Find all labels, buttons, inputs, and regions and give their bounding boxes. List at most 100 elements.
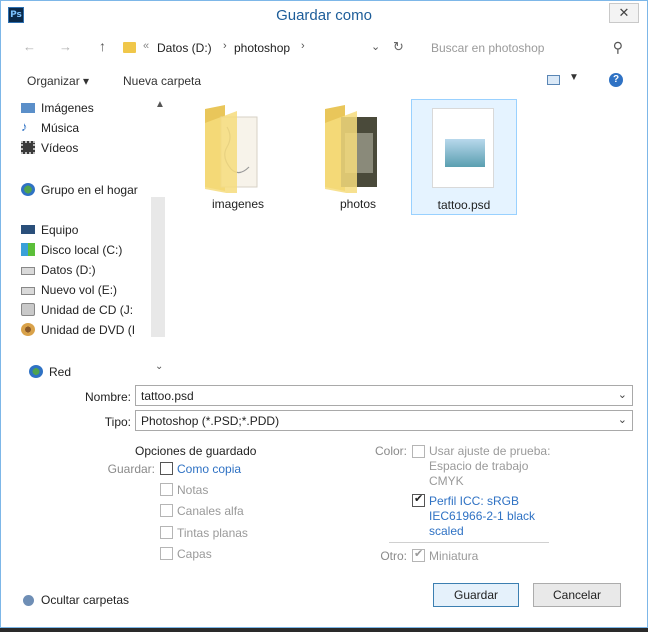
collapse-down-icon[interactable]: ⌄: [155, 361, 163, 372]
nav-item-videos[interactable]: Vídeos: [21, 139, 167, 157]
dialog-footer: Ocultar carpetas Guardar Cancelar: [1, 579, 647, 619]
nav-item-cd-drive[interactable]: Unidad de CD (J:: [21, 301, 167, 319]
breadcrumb-separator-icon[interactable]: ›: [223, 40, 227, 52]
save-button[interactable]: Guardar: [433, 583, 519, 607]
toolbar: Organizar ▾ Nueva carpeta ▼ ?: [1, 69, 647, 93]
icc-profile-label: Perfil ICC: sRGB: [429, 494, 520, 508]
nav-item-label: Vídeos: [41, 141, 79, 155]
chevron-left-icon[interactable]: «: [143, 40, 149, 52]
view-dropdown-icon[interactable]: ▼: [569, 72, 579, 83]
folder-icon: [325, 105, 377, 193]
proof-setup-label: Usar ajuste de prueba:: [429, 444, 551, 458]
nav-item-drive-e[interactable]: Nuevo vol (E:): [21, 281, 167, 299]
save-as-dialog: Ps Guardar como ✕ ← → ↑ « Datos (D:) › p…: [0, 0, 648, 628]
search-input[interactable]: Buscar en photoshop: [431, 41, 544, 55]
nav-item-label: Música: [41, 121, 80, 135]
refresh-icon[interactable]: ↻: [393, 39, 404, 55]
file-type-value: Photoshop (*.PSD;*.PDD): [141, 414, 280, 428]
layers-label: Capas: [177, 547, 212, 561]
nav-item-label: Imágenes: [41, 101, 94, 115]
file-type-select[interactable]: Photoshop (*.PSD;*.PDD) ⌄: [135, 410, 633, 431]
as-copy-checkbox[interactable]: [160, 462, 173, 475]
navigation-scrollbar[interactable]: [151, 197, 165, 337]
breadcrumb-photoshop[interactable]: photoshop: [234, 41, 290, 55]
nav-item-dvd-drive[interactable]: Unidad de DVD (I: [21, 321, 167, 339]
hide-folders-toggle[interactable]: Ocultar carpetas: [41, 593, 129, 607]
address-dropdown-icon[interactable]: ⌄: [371, 40, 380, 53]
folder-item-imagenes[interactable]: imagenes: [185, 99, 291, 215]
notes-checkbox[interactable]: [160, 483, 173, 496]
nav-item-label: Equipo: [41, 223, 79, 237]
save-options: Opciones de guardado Guardar: Como copia…: [1, 441, 647, 571]
folder-item-photos[interactable]: photos: [305, 99, 411, 215]
icc-profile-label-line2: IEC61966-2-1 black: [429, 509, 536, 523]
layers-checkbox[interactable]: [160, 547, 173, 560]
taskbar-strip: [0, 628, 648, 632]
disk-icon: [21, 267, 35, 275]
organize-menu[interactable]: Organizar ▾: [27, 74, 89, 88]
proof-setup-checkbox[interactable]: [412, 445, 425, 458]
alpha-channels-checkbox[interactable]: [160, 504, 173, 517]
as-copy-label: Como copia: [177, 462, 242, 476]
notes-label: Notas: [177, 483, 209, 497]
nav-item-red[interactable]: Red: [29, 363, 175, 381]
nav-item-equipo[interactable]: Equipo: [21, 221, 167, 239]
proof-setup-label-line2: Espacio de trabajo: [429, 459, 529, 473]
back-arrow-icon[interactable]: ←: [23, 39, 36, 54]
proof-setup-label-line3: CMYK: [429, 474, 464, 488]
forward-arrow-icon[interactable]: →: [59, 39, 72, 54]
check-icon: ✔: [414, 548, 424, 560]
navigation-bar: ← → ↑ « Datos (D:) › photoshop › ⌄ ↻ Bus…: [1, 35, 647, 61]
nav-item-label: Unidad de CD (J:: [41, 303, 134, 317]
disk-icon: [21, 287, 35, 295]
file-list: imagenes photos tattoo.psd: [181, 99, 641, 339]
hide-folders-icon[interactable]: [23, 595, 34, 606]
search-box[interactable]: Buscar en photoshop ⚲: [421, 37, 633, 59]
breadcrumb-separator-icon[interactable]: ›: [301, 40, 305, 52]
breadcrumb-datos[interactable]: Datos (D:): [157, 41, 212, 55]
chevron-down-icon[interactable]: ⌄: [618, 413, 627, 426]
thumbnail-checkbox[interactable]: ✔: [412, 548, 425, 562]
nav-item-imagenes[interactable]: Imágenes: [21, 99, 167, 117]
dvd-icon: [21, 323, 35, 336]
close-button[interactable]: ✕: [609, 3, 639, 23]
filename-value: tattoo.psd: [141, 389, 194, 403]
new-folder-button[interactable]: Nueva carpeta: [123, 74, 201, 88]
search-icon[interactable]: ⚲: [613, 39, 623, 56]
alpha-channels-label: Canales alfa: [177, 504, 244, 518]
folder-icon: [205, 105, 258, 193]
nav-item-drive-c[interactable]: Disco local (C:): [21, 241, 167, 259]
homegroup-icon: [21, 183, 35, 196]
file-label: photos: [339, 197, 377, 211]
up-arrow-icon[interactable]: ↑: [99, 38, 106, 54]
filename-input[interactable]: tattoo.psd ⌄: [135, 385, 633, 406]
dialog-title: Guardar como: [276, 7, 372, 24]
file-label: imagenes: [211, 197, 265, 211]
thumbnail-label: Miniatura: [429, 549, 479, 563]
other-label: Otro:: [380, 549, 407, 563]
file-label: tattoo.psd: [437, 198, 491, 212]
file-item-tattoo-psd[interactable]: tattoo.psd: [411, 99, 517, 215]
view-icon[interactable]: [547, 75, 560, 85]
collapse-up-icon[interactable]: ▲: [155, 99, 165, 110]
nav-item-homegroup[interactable]: Grupo en el hogar: [21, 181, 167, 199]
nav-item-drive-d[interactable]: Datos (D:): [21, 261, 167, 279]
save-options-heading: Opciones de guardado: [135, 444, 257, 458]
navigation-pane: Imágenes ▲ ♪ Música Vídeos Grupo en el h…: [21, 97, 167, 337]
icc-profile-checkbox[interactable]: ✔: [412, 493, 425, 507]
options-divider: [389, 542, 549, 543]
type-label: Tipo:: [104, 415, 131, 429]
name-label: Nombre:: [84, 390, 131, 404]
cd-icon: [21, 303, 35, 316]
cancel-button[interactable]: Cancelar: [533, 583, 621, 607]
check-icon: ✔: [414, 493, 424, 505]
chevron-down-icon[interactable]: ⌄: [618, 388, 627, 401]
save-label: Guardar:: [107, 462, 155, 476]
music-icon: ♪: [21, 119, 28, 134]
spot-colors-checkbox[interactable]: [160, 526, 173, 539]
nav-item-musica[interactable]: ♪ Música: [21, 119, 167, 137]
folder-icon: [123, 42, 136, 53]
help-icon[interactable]: ?: [609, 73, 623, 87]
images-icon: [21, 103, 35, 113]
address-bar[interactable]: « Datos (D:) › photoshop › ⌄ ↻: [117, 37, 413, 59]
